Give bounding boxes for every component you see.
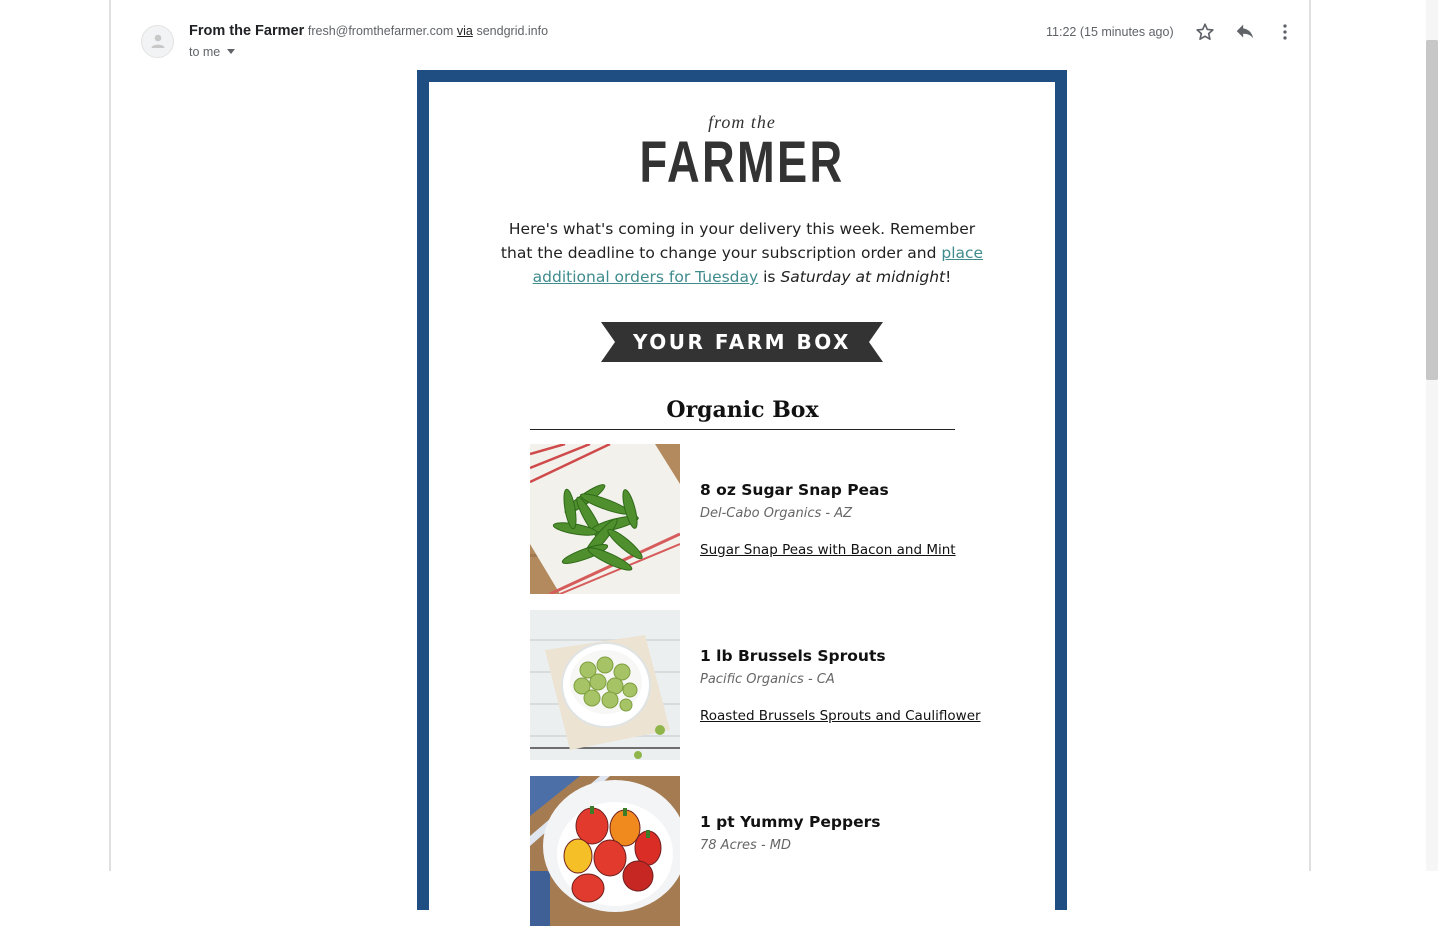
product-farm: Del-Cabo Organics - AZ	[700, 506, 853, 521]
newsletter-frame: from the FARMER Here's what's coming in …	[417, 70, 1067, 926]
via-link[interactable]: via	[457, 24, 473, 38]
star-icon[interactable]	[1194, 21, 1216, 43]
product-farm: 78 Acres - MD	[700, 838, 792, 853]
chevron-down-icon	[227, 49, 236, 54]
intro-text-2: is	[758, 268, 781, 286]
product-photo-peppers[interactable]	[530, 776, 680, 926]
avatar-placeholder-icon	[151, 34, 165, 48]
banner-label: YOUR FARM BOX	[633, 330, 851, 354]
recipe-link[interactable]: Roasted Brussels Sprouts and Cauliflower	[700, 708, 981, 724]
section-title: Organic Box	[666, 397, 819, 423]
deadline-emphasis: Saturday at midnight	[780, 268, 946, 286]
scrollbar-track[interactable]	[1426, 0, 1438, 871]
product-item: 1 lb Brussels Sprouts Pacific Organics -…	[530, 610, 981, 760]
product-farm: Pacific Organics - CA	[700, 672, 835, 687]
intro-paragraph: Here's what's coming in your delivery th…	[491, 217, 993, 289]
intro-text-3: !	[945, 268, 952, 286]
farm-box-banner: YOUR FARM BOX	[601, 322, 883, 362]
recipient-details-toggle[interactable]: to me	[189, 45, 236, 59]
section-divider	[530, 429, 955, 430]
scrollbar-thumb[interactable]	[1426, 40, 1438, 380]
product-name: 8 oz Sugar Snap Peas	[700, 481, 889, 499]
product-item: 1 pt Yummy Peppers 78 Acres - MD	[530, 776, 980, 926]
sender-email[interactable]: fresh@fromthefarmer.com	[308, 24, 453, 38]
via-domain: sendgrid.info	[476, 24, 549, 38]
recipient-label: to me	[189, 45, 221, 59]
intro-text-1: Here's what's coming in your delivery th…	[500, 220, 976, 262]
product-photo-snap-peas[interactable]	[530, 444, 680, 594]
sender-name[interactable]: From the Farmer	[189, 23, 304, 39]
email-timestamp: 11:22 (15 minutes ago)	[1046, 25, 1174, 39]
more-options-icon[interactable]	[1274, 21, 1296, 43]
message-pane-left-border	[109, 0, 111, 871]
recipe-link[interactable]: Sugar Snap Peas with Bacon and Mint	[700, 542, 956, 558]
sender-line: From the Farmer fresh@fromthefarmer.com …	[189, 23, 548, 39]
product-photo-brussels-sprouts[interactable]	[530, 610, 680, 760]
product-name: 1 lb Brussels Sprouts	[700, 647, 886, 665]
product-name: 1 pt Yummy Peppers	[700, 813, 881, 831]
message-pane-right-border	[1309, 0, 1311, 871]
brand-logo-main: FARMER	[639, 130, 845, 195]
product-item: 8 oz Sugar Snap Peas Del-Cabo Organics -…	[530, 444, 980, 594]
sender-avatar[interactable]	[141, 25, 174, 58]
reply-icon[interactable]	[1234, 21, 1256, 43]
newsletter-body: from the FARMER Here's what's coming in …	[429, 82, 1055, 926]
